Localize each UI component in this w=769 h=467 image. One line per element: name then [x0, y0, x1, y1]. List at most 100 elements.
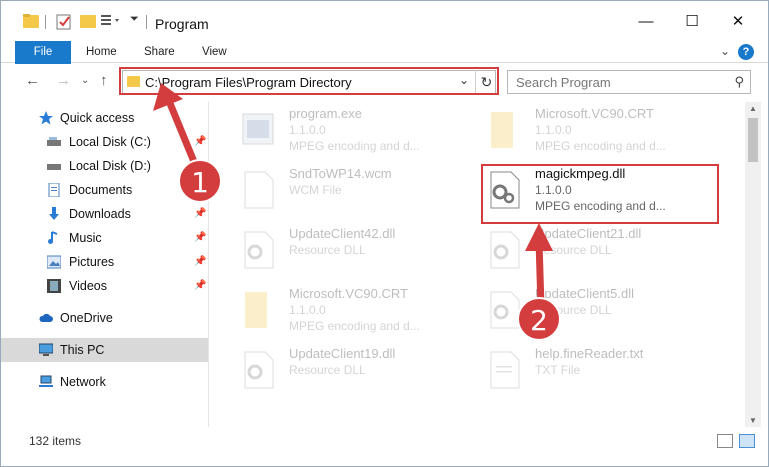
pin-icon[interactable]: 📌 [194, 274, 206, 298]
navigation-pane: Quick access Local Disk (C:) 📌 Local Dis… [1, 102, 209, 427]
file-type: Resource DLL [289, 363, 366, 377]
file-item[interactable]: help.fineReader.txt TXT File [483, 344, 723, 402]
file-version: 1.1.0.0 [289, 123, 326, 137]
close-button[interactable]: ✕ [715, 1, 761, 41]
cloud-icon [39, 313, 53, 322]
pane-divider[interactable] [208, 102, 209, 427]
network-icon [39, 375, 53, 387]
file-item[interactable]: UpdateClient42.dll Resource DLL [237, 224, 477, 282]
sidebar-item-this-pc[interactable]: This PC [1, 338, 209, 362]
file-item[interactable]: Microsoft.VC90.CRT 1.1.0.0 MPEG encoding… [483, 104, 723, 162]
new-folder-icon[interactable] [80, 14, 96, 31]
sidebar-item-videos[interactable]: Videos 📌 [1, 274, 209, 298]
file-description: MPEG encoding and d... [535, 139, 666, 153]
sidebar-item-label: Videos [69, 279, 107, 293]
vertical-scrollbar[interactable]: ▲ ▼ [745, 102, 761, 427]
scroll-up-icon[interactable]: ▲ [749, 104, 757, 113]
file-name: SndToWP14.wcm [289, 166, 392, 181]
separator [146, 15, 147, 29]
tiles-view-icon[interactable] [739, 434, 755, 448]
file-list: program.exe 1.1.0.0 MPEG encoding and d.… [211, 102, 744, 427]
pin-icon[interactable]: 📌 [194, 202, 206, 226]
step-1-badge: 1 [178, 159, 222, 203]
sidebar-item-label: Music [69, 231, 102, 245]
scroll-down-icon[interactable]: ▼ [749, 416, 757, 425]
sidebar-item-local-disk-c[interactable]: Local Disk (C:) 📌 [1, 130, 209, 154]
tab-home[interactable]: Home [74, 41, 129, 63]
file-type: WCM File [289, 183, 342, 197]
item-count: 132 items [29, 434, 82, 448]
forward-arrow-icon[interactable]: → [56, 72, 71, 89]
file-version: 1.1.0.0 [289, 303, 326, 317]
sidebar-item-downloads[interactable]: Downloads 📌 [1, 202, 209, 226]
sidebar-item-network[interactable]: Network [1, 370, 209, 394]
sidebar-item-label: Local Disk (D:) [69, 159, 151, 173]
sidebar-item-label: This PC [60, 343, 105, 357]
folder-icon [491, 112, 513, 148]
ribbon-tabs: File Home Share View ⌄ ? [1, 41, 768, 99]
details-view-icon[interactable] [717, 434, 733, 448]
tab-view[interactable]: View [190, 41, 239, 63]
dll-gear-icon [244, 231, 274, 269]
file-version: 1.1.0.0 [535, 123, 572, 137]
separator [45, 15, 46, 29]
search-icon[interactable]: ⚲ [734, 74, 744, 90]
sidebar-item-label: Downloads [69, 207, 131, 221]
drive-icon [47, 164, 61, 170]
file-type: Resource DLL [535, 243, 612, 257]
pin-icon[interactable]: 📌 [194, 250, 206, 274]
expand-ribbon-icon[interactable]: ⌄ [720, 44, 730, 58]
file-name: Microsoft.VC90.CRT [289, 286, 408, 301]
sidebar-item-music[interactable]: Music 📌 [1, 226, 209, 250]
pictures-icon [47, 255, 61, 269]
file-item[interactable]: SndToWP14.wcm WCM File [237, 164, 477, 222]
explorer-window: ⏷ Program — ☐ ✕ File Home Share View ⌄ ?… [0, 0, 769, 467]
sidebar-item-label: Network [60, 375, 106, 389]
download-icon [49, 207, 59, 220]
file-type: Resource DLL [289, 243, 366, 257]
title-bar: ⏷ Program — ☐ ✕ [1, 1, 768, 41]
help-icon[interactable]: ? [738, 44, 754, 60]
star-icon [39, 111, 53, 125]
sidebar-item-onedrive[interactable]: OneDrive [1, 306, 209, 330]
search-input[interactable]: Search Program ⚲ [507, 70, 751, 94]
file-item[interactable]: Microsoft.VC90.CRT 1.1.0.0 MPEG encoding… [237, 284, 477, 342]
document-icon [244, 171, 274, 209]
sidebar-item-label: Quick access [60, 111, 135, 125]
exe-file-icon [242, 113, 274, 145]
file-description: MPEG encoding and d... [289, 139, 420, 153]
file-item[interactable]: program.exe 1.1.0.0 MPEG encoding and d.… [237, 104, 477, 162]
file-name: Microsoft.VC90.CRT [535, 106, 654, 121]
file-type: TXT File [535, 363, 581, 377]
folder-icon [245, 292, 267, 328]
up-arrow-icon[interactable]: ↑ [100, 72, 108, 89]
back-arrow-icon[interactable]: ← [25, 72, 40, 89]
sidebar-item-quick-access[interactable]: Quick access [1, 106, 209, 130]
sidebar-item-label: OneDrive [60, 311, 113, 325]
scrollbar-thumb[interactable] [748, 118, 758, 162]
dll-gear-icon [244, 351, 274, 389]
maximize-button[interactable]: ☐ [669, 1, 715, 41]
minimize-button[interactable]: — [623, 1, 669, 41]
sidebar-item-label: Documents [69, 183, 133, 197]
file-item[interactable]: UpdateClient21.dll Resource DLL [483, 224, 723, 282]
recent-dropdown-icon[interactable]: ⌄ [81, 75, 89, 86]
drive-icon [47, 137, 61, 146]
file-name: UpdateClient19.dll [289, 346, 396, 361]
quick-access-dropdown-icon[interactable]: ⏷ [130, 13, 139, 26]
music-icon [48, 231, 58, 244]
videos-icon [47, 279, 61, 293]
file-name: UpdateClient5.dll [535, 286, 635, 301]
properties-icon[interactable] [56, 14, 72, 33]
tab-share[interactable]: Share [132, 41, 187, 63]
pin-icon[interactable]: 📌 [194, 226, 206, 250]
folder-icon [23, 14, 39, 31]
pin-icon[interactable]: 📌 [194, 130, 206, 154]
file-highlight [481, 164, 719, 224]
computer-icon [39, 343, 53, 356]
search-placeholder: Search Program [516, 75, 611, 90]
customize-icon[interactable] [101, 14, 125, 31]
window-title: Program [155, 16, 209, 32]
sidebar-item-pictures[interactable]: Pictures 📌 [1, 250, 209, 274]
file-item[interactable]: UpdateClient19.dll Resource DLL [237, 344, 477, 402]
